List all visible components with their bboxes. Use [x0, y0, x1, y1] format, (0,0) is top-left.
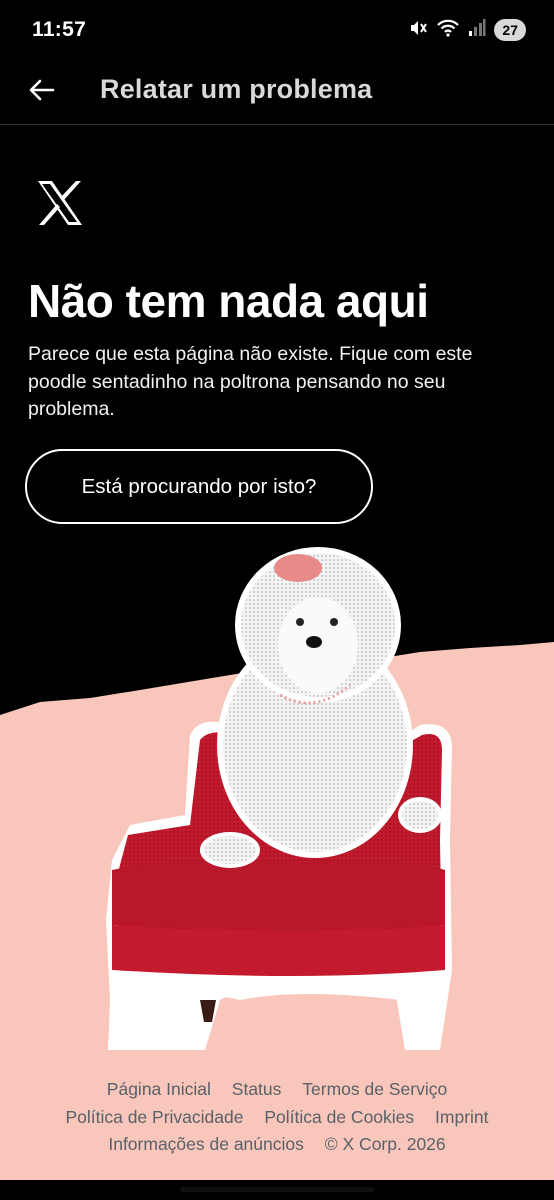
footer-link-status[interactable]: Status [232, 1079, 282, 1099]
mute-icon [408, 18, 428, 43]
footer-copyright: © X Corp. 2026 [324, 1134, 446, 1154]
signal-icon [468, 18, 486, 43]
footer-row-1: Página Inicial Status Termos de Serviço [0, 1076, 554, 1104]
footer-link-ads-info[interactable]: Informações de anúncios [108, 1134, 304, 1154]
search-suggestion-button[interactable]: Está procurando por isto? [25, 449, 373, 524]
back-button[interactable] [22, 70, 62, 114]
footer-link-cookies[interactable]: Política de Cookies [264, 1107, 414, 1127]
battery-indicator: 27 [494, 19, 526, 41]
footer-row-3: Informações de anúncios © X Corp. 2026 [0, 1131, 554, 1159]
home-indicator[interactable] [180, 1187, 374, 1192]
page-description: Parece que esta página não existe. Fique… [28, 343, 473, 420]
footer-row-2: Política de Privacidade Política de Cook… [0, 1104, 554, 1132]
page-headline: Não tem nada aqui [28, 275, 429, 327]
app-bar-title: Relatar um problema [100, 74, 373, 104]
x-logo-icon [36, 180, 84, 226]
footer-link-imprint[interactable]: Imprint [435, 1107, 488, 1127]
footer: Página Inicial Status Termos de Serviço … [0, 1076, 554, 1159]
status-icons: 27 [408, 18, 526, 42]
status-time: 11:57 [32, 18, 87, 41]
footer-link-privacy[interactable]: Política de Privacidade [65, 1107, 243, 1127]
footer-link-terms[interactable]: Termos de Serviço [302, 1079, 447, 1099]
footer-link-home[interactable]: Página Inicial [107, 1079, 211, 1099]
wifi-icon [436, 18, 460, 43]
app-bar: Relatar um problema [0, 62, 554, 125]
status-bar: 11:57 27 [0, 0, 554, 62]
back-arrow-icon [29, 79, 55, 106]
